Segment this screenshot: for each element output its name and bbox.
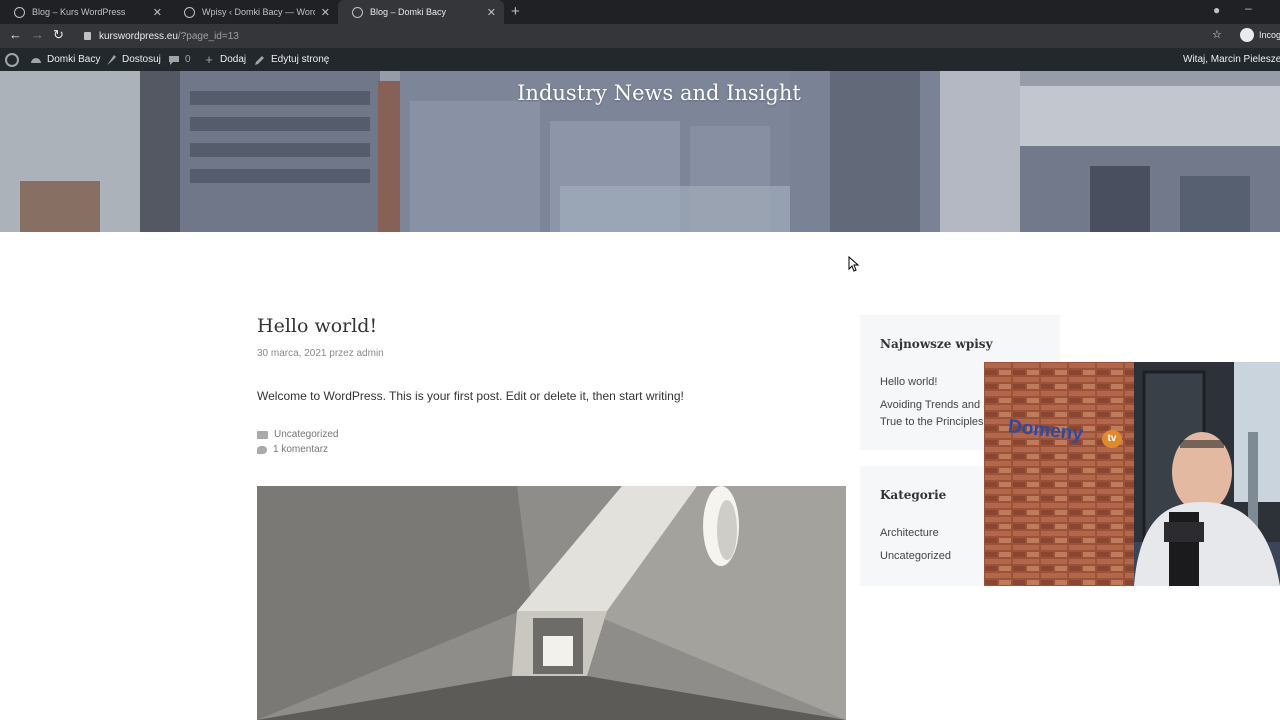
site-name-menu[interactable]: Domki Bacy: [30, 48, 100, 71]
customize-link[interactable]: Dostosuj: [105, 48, 161, 71]
recent-post-link[interactable]: True to the Principles: [880, 414, 984, 431]
browser-tabstrip: Blog – Kurs WordPress ✕ Wpisy ‹ Domki Ba…: [0, 0, 1280, 24]
add-new-label: Dodaj: [220, 54, 247, 65]
star-icon[interactable]: ☆: [1212, 28, 1222, 41]
close-icon[interactable]: ✕: [321, 6, 330, 19]
comments-link[interactable]: 1 komentarz: [273, 444, 328, 455]
hero-header: Industry News and Insight: [0, 71, 1280, 232]
edit-page-link[interactable]: Edytuj stronę: [254, 48, 329, 71]
wp-logo-menu[interactable]: [5, 48, 24, 71]
account-icon[interactable]: ●: [1213, 3, 1220, 17]
greeting-label: Witaj, Marcin Pieleszek: [1183, 54, 1280, 65]
site-name-label: Domki Bacy: [47, 54, 101, 65]
category-link[interactable]: Architecture: [880, 525, 939, 542]
webcam-sign-badge: tv: [1102, 430, 1122, 448]
pencil-icon: [255, 55, 264, 65]
incognito-icon: [1240, 28, 1254, 42]
minimize-icon[interactable]: –: [1245, 1, 1252, 15]
globe-icon: [184, 6, 195, 18]
tab-label: Blog – Kurs WordPress: [32, 7, 126, 17]
plus-icon: +: [205, 51, 213, 67]
incognito-indicator[interactable]: Incog: [1240, 28, 1280, 42]
comment-icon: [257, 445, 267, 454]
page-title: Industry News and Insight: [517, 81, 801, 105]
browser-tab[interactable]: Blog – Kurs WordPress ✕: [0, 0, 170, 24]
lock-icon: [84, 32, 91, 40]
globe-icon: [352, 6, 363, 18]
add-new-menu[interactable]: + Dodaj: [203, 48, 246, 71]
folder-icon: [257, 430, 268, 439]
post-title-link[interactable]: Hello world!: [257, 315, 377, 337]
wordpress-logo-icon: [5, 52, 19, 67]
brush-icon: [107, 54, 116, 65]
mouse-cursor-icon: [848, 256, 860, 272]
wp-admin-bar: Domki Bacy Dostosuj 0 + Dodaj Edytuj str…: [0, 48, 1280, 71]
url-path: /?page_id=13: [177, 30, 239, 42]
widget-title: Kategorie: [880, 488, 947, 502]
comments-link[interactable]: 0: [168, 48, 191, 71]
recent-post-link[interactable]: Avoiding Trends and S: [880, 397, 990, 414]
tab-label: Blog – Domki Bacy: [370, 7, 447, 17]
widget-title: Najnowsze wpisy: [880, 337, 993, 351]
post-meta: 30 marca, 2021 przez admin: [257, 348, 384, 359]
edit-page-label: Edytuj stronę: [271, 54, 330, 65]
recent-post-link[interactable]: Hello world!: [880, 374, 937, 391]
post-category: Uncategorized: [257, 429, 338, 440]
comments-count: 0: [185, 54, 191, 65]
post-excerpt: Welcome to WordPress. This is your first…: [257, 389, 684, 403]
category-link[interactable]: Uncategorized: [274, 429, 338, 440]
back-icon[interactable]: ←: [9, 27, 22, 42]
concrete-corridor-image: [257, 486, 846, 720]
my-account-menu[interactable]: Witaj, Marcin Pieleszek: [1183, 48, 1280, 71]
tab-label: Wpisy ‹ Domki Bacy — WordPress: [202, 7, 315, 17]
address-bar[interactable]: kurswordpress.eu /?page_id=13: [76, 27, 1232, 45]
forward-icon[interactable]: →: [31, 27, 44, 42]
close-icon[interactable]: ✕: [487, 6, 496, 19]
dashboard-icon: [31, 57, 41, 63]
close-icon[interactable]: ✕: [153, 6, 162, 19]
webcam-overlay: Domeny tv: [984, 362, 1280, 586]
url-host: kurswordpress.eu: [99, 30, 178, 42]
globe-icon: [14, 6, 25, 18]
comment-icon: [169, 55, 179, 65]
post-comments: 1 komentarz: [257, 444, 328, 455]
category-link[interactable]: Uncategorized: [880, 548, 951, 565]
new-tab-button[interactable]: +: [511, 3, 520, 20]
browser-tab-active[interactable]: Blog – Domki Bacy ✕: [338, 0, 504, 24]
featured-image[interactable]: [257, 486, 846, 720]
incognito-label: Incog: [1259, 30, 1280, 40]
customize-label: Dostosuj: [122, 54, 161, 65]
reload-icon[interactable]: ↻: [53, 27, 64, 43]
browser-toolbar: ← → ↻ kurswordpress.eu /?page_id=13 ☆: [0, 24, 1280, 48]
webcam-video-frame: [984, 362, 1280, 586]
browser-tab[interactable]: Wpisy ‹ Domki Bacy — WordPress ✕: [170, 0, 338, 24]
